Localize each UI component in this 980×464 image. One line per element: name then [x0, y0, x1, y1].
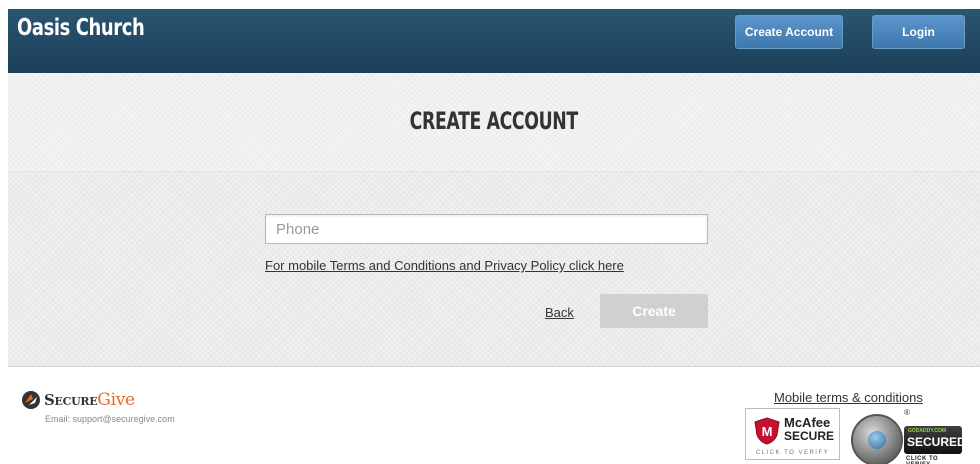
godaddy-secured-label: GODADDY.COM SECURED [904, 426, 966, 454]
terms-privacy-link[interactable]: For mobile Terms and Conditions and Priv… [265, 258, 624, 273]
securegive-secure-text: Secure [44, 391, 98, 409]
page-title: CREATE ACCOUNT [409, 107, 579, 135]
mcafee-shield-icon: M [754, 417, 780, 445]
form-section: For mobile Terms and Conditions and Priv… [8, 172, 980, 367]
securegive-logo[interactable]: SecureGive [21, 390, 135, 410]
securegive-mark-icon [22, 391, 40, 409]
login-button[interactable]: Login [872, 15, 965, 49]
page-title-wrap: CREATE ACCOUNT [8, 107, 980, 135]
godaddy-secured-text: SECURED [907, 435, 966, 449]
svg-text:M: M [762, 424, 773, 439]
mcafee-name: McAfee [784, 415, 831, 430]
securegive-wordmark: SecureGive [44, 390, 135, 410]
godaddy-domain-text: GODADDY.COM [908, 428, 947, 434]
godaddy-globe-icon [868, 431, 886, 449]
mcafee-secure-text: SECURE [784, 429, 835, 443]
godaddy-seal-icon [851, 414, 903, 464]
godaddy-secured-badge[interactable]: ® GODADDY.COM SECURED CLICK TO VERIFY [848, 408, 966, 464]
support-email: Email: support@securegive.com [45, 414, 175, 424]
site-brand[interactable]: Oasis Church [17, 15, 145, 41]
create-account-button[interactable]: Create Account [735, 15, 843, 49]
title-band: CREATE ACCOUNT [8, 73, 980, 172]
back-link[interactable]: Back [545, 305, 574, 320]
mcafee-secure-badge[interactable]: M McAfee SECURE CLICK TO VERIFY [745, 408, 840, 460]
mcafee-verify-text: CLICK TO VERIFY [755, 450, 830, 456]
phone-input[interactable] [265, 214, 708, 244]
godaddy-verify-text: CLICK TO VERIFY [906, 456, 939, 464]
securegive-give-text: Give [97, 390, 135, 410]
create-button[interactable]: Create [600, 294, 708, 328]
mobile-terms-link[interactable]: Mobile terms & conditions [774, 390, 923, 405]
registered-icon: ® [904, 408, 910, 417]
top-header: Oasis Church Create Account Login [8, 9, 980, 73]
